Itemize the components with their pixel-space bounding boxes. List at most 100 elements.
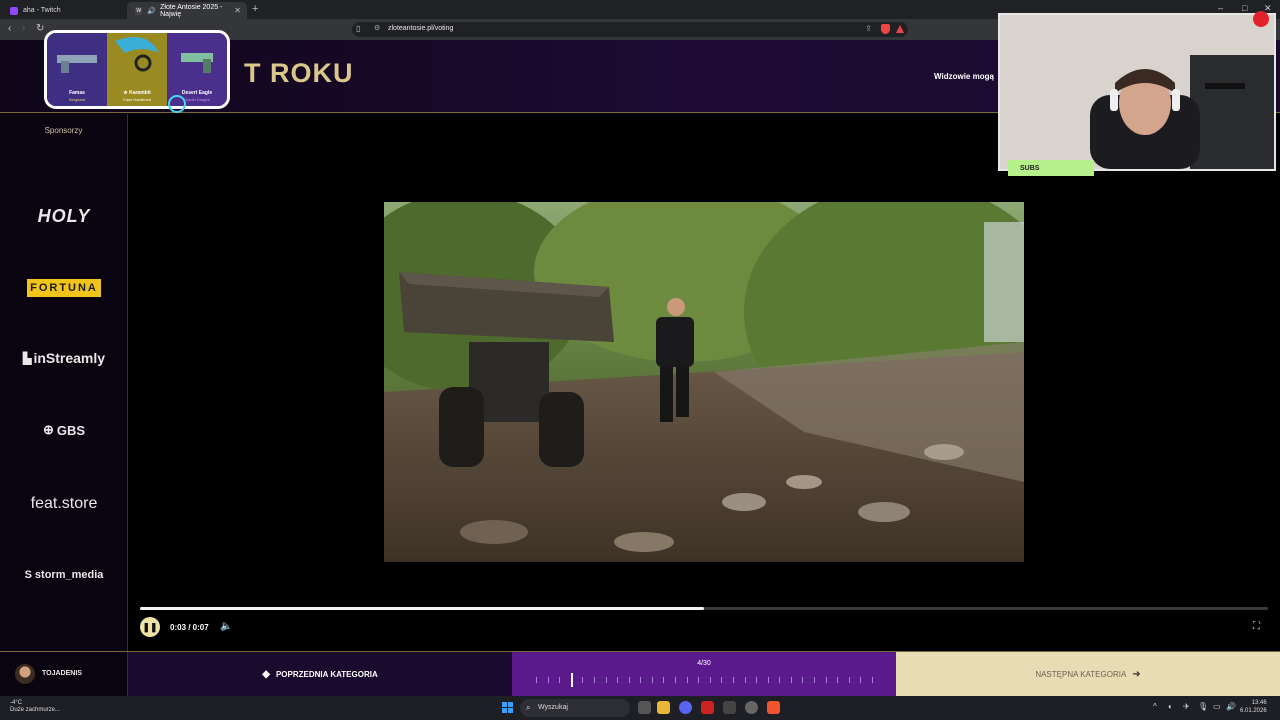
category-tick [732, 677, 734, 683]
sponsors-heading: Sponsorzy [44, 126, 83, 135]
category-tick [559, 677, 561, 683]
next-category-button[interactable]: NASTĘPNA KATEGORIA ➜ [896, 652, 1280, 697]
category-tick [744, 677, 746, 683]
page-title: T ROKU [244, 58, 354, 88]
search-placeholder: Wyszukaj [538, 704, 568, 711]
maximize-button[interactable]: □ [1242, 3, 1247, 13]
new-tab-button[interactable]: + [252, 3, 258, 15]
url-text[interactable]: zloteantosie.pl/voting [388, 25, 453, 32]
tray-overflow-icon[interactable]: ^ [1153, 702, 1157, 711]
volume-icon[interactable]: 🔊 [1226, 702, 1236, 711]
category-tick [605, 677, 607, 683]
clock-time: 13:46 [1251, 700, 1267, 706]
pistol-icon [181, 53, 213, 73]
network-icon[interactable]: ▭ [1213, 702, 1221, 711]
back-button[interactable]: ‹ [8, 23, 11, 34]
category-tick [547, 677, 549, 683]
video-progress-fill [140, 607, 704, 610]
knife-icon [115, 37, 159, 72]
category-nav-bar: TOJADENIS ◆ POPRZEDNIA KATEGORIA 4/30 NA… [0, 651, 1280, 697]
sponsor-instreamly-logo[interactable]: ▙ inStreamly [14, 346, 114, 370]
forward-button[interactable]: › [22, 23, 25, 34]
reload-button[interactable]: ↻ [36, 23, 44, 34]
category-ticks [536, 673, 873, 687]
tray-app-icon[interactable]: ◐ [1168, 702, 1173, 711]
brave-rewards-icon[interactable] [896, 25, 904, 33]
taskbar-clock[interactable]: 13:46 6.01.2026 [1240, 699, 1267, 715]
sponsors-sidebar: Sponsorzy HOLY FORTUNA ▙ inStreamly ⊕ GB… [0, 114, 128, 651]
skin-wear: Case Hardened [122, 97, 152, 102]
fullscreen-icon[interactable]: ⛶ [1253, 621, 1260, 632]
video-player[interactable] [384, 202, 1024, 562]
skin-slot: ★ Karambit Case Hardened [107, 33, 167, 106]
windows-taskbar: -4°C Duże zachmurze... ⌕ Wyszukaj ^ ◐ ✈ … [0, 696, 1280, 720]
site-info-icon[interactable]: ⚙ [374, 24, 380, 32]
bookmark-icon[interactable]: ▯ [356, 24, 360, 33]
crosshair-icon: ⊕ [42, 422, 54, 437]
skin-overlay-card: Famas Sergeant ★ Karambit Case Hardened … [44, 30, 230, 109]
previous-category-button[interactable]: ◆ POPRZEDNIA KATEGORIA [128, 652, 512, 697]
category-counter: 4/30 [697, 660, 711, 667]
twitch-icon [10, 6, 18, 15]
task-view-icon[interactable] [638, 701, 651, 714]
sponsor-holy-logo[interactable]: HOLY [14, 204, 114, 228]
weather-desc: Duże zachmurze... [10, 707, 61, 713]
category-tick [686, 677, 688, 683]
category-tick [593, 677, 595, 683]
start-button[interactable] [502, 702, 514, 714]
sponsor-name: GBS [56, 422, 86, 438]
share-icon[interactable]: ⇪ [865, 24, 872, 33]
category-tick [756, 677, 758, 683]
search-icon [168, 95, 186, 113]
category-tick [628, 677, 630, 683]
video-progress-bar[interactable] [140, 607, 1268, 610]
weather-widget[interactable]: -4°C Duże zachmurze... [10, 700, 60, 714]
rifle-icon [57, 55, 97, 73]
sponsor-stormmedia-logo[interactable]: S storm_media [14, 563, 114, 587]
arrow-right-icon: ➜ [1132, 669, 1141, 680]
tray-app-icon[interactable]: ✈ [1183, 702, 1190, 711]
prev-label: POPRZEDNIA KATEGORIA [275, 670, 378, 679]
category-tick [802, 677, 804, 683]
pause-icon: ❚❚ [142, 621, 158, 632]
webcam-overlay [998, 13, 1276, 171]
category-tick [617, 677, 619, 683]
taskbar-search[interactable]: ⌕ Wyszukaj [520, 699, 630, 717]
file-explorer-icon[interactable] [657, 701, 670, 714]
brave-shield-icon[interactable] [881, 24, 890, 34]
tab-twitch[interactable]: aha - Twitch [2, 2, 124, 19]
category-tick [651, 677, 653, 683]
brave-icon[interactable] [767, 701, 780, 714]
minimize-button[interactable]: – [1218, 3, 1223, 13]
weather-temp: -4°C [10, 700, 23, 706]
omnibox[interactable]: ▯ ⚙ zloteantosie.pl/voting ⇪ [352, 22, 908, 37]
category-tick [872, 677, 873, 683]
site-favicon-icon: W [135, 6, 143, 15]
search-icon: ⌕ [526, 703, 531, 712]
tab-zloteantosie[interactable]: W 🔊 Złote Antosie 2025 - Najwię ✕ [127, 2, 247, 19]
category-tick [767, 677, 769, 683]
app-icon[interactable] [701, 701, 714, 714]
discord-icon[interactable] [679, 701, 692, 714]
sponsor-featstore-logo[interactable]: feat.store [14, 492, 114, 516]
sponsor-gbs-logo[interactable]: ⊕ GBS [14, 418, 114, 442]
category-tick [709, 677, 711, 683]
tab-title: Złote Antosie 2025 - Najwię [160, 3, 223, 18]
user-profile[interactable]: TOJADENIS [0, 652, 128, 697]
pause-button[interactable]: ❚❚ [140, 617, 160, 637]
microphone-icon[interactable]: 🎙 [1198, 702, 1208, 711]
volume-icon[interactable]: 🔈 [220, 621, 232, 632]
obs-icon[interactable] [745, 701, 758, 714]
category-tick [675, 677, 677, 683]
category-tick [779, 677, 781, 683]
close-tab-icon[interactable]: ✕ [234, 6, 241, 15]
app-icon[interactable] [723, 701, 736, 714]
sponsor-fortuna-logo[interactable]: FORTUNA [27, 279, 101, 297]
category-tick [848, 677, 850, 683]
username: TOJADENIS [42, 670, 82, 677]
category-tick [860, 677, 862, 683]
tab-title: aha - Twitch [23, 7, 61, 14]
instreamly-icon: ▙ [22, 352, 32, 365]
video-time: 0:03 / 0:07 [170, 623, 209, 632]
category-tick [663, 677, 665, 683]
